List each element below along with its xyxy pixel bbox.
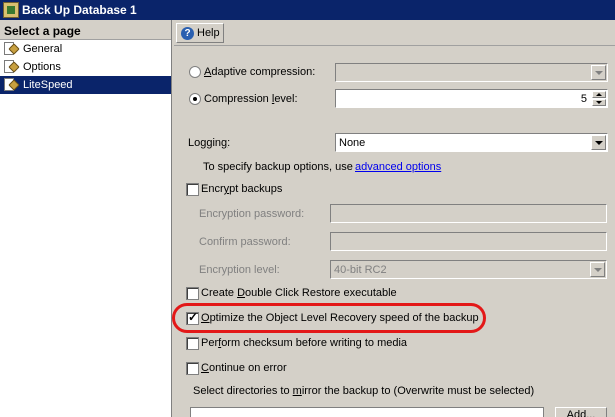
confirm-password-field[interactable] [330,232,607,251]
page-settings-icon [4,77,20,92]
nav-item-options[interactable]: Options [0,58,171,76]
chevron-down-icon[interactable] [590,262,605,277]
advanced-options-hint: To specify backup options, use [203,161,353,173]
help-button[interactable]: ? Help [176,23,224,43]
checksum-checkbox[interactable] [186,337,199,350]
compression-level-spinner[interactable]: 5 [335,89,608,108]
encrypt-backups-checkbox[interactable] [186,183,199,196]
encryption-level-select[interactable]: 40-bit RC2 [330,260,607,279]
nav-item-general[interactable]: General [0,40,171,58]
red-highlight-annotation [172,303,486,333]
continue-on-error-checkbox[interactable] [186,362,199,375]
title-bar: Back Up Database 1 [0,0,615,20]
encryption-password-field[interactable] [330,204,607,223]
encryption-level-label: Encryption level: [199,264,280,276]
encrypt-backups-label: Encrypt backups [201,183,283,195]
advanced-options-link[interactable]: advanced options [355,161,441,173]
page-selector-pane: Select a page General Options LiteSpeed [0,20,172,417]
adaptive-compression-label: Adaptive compression: [204,66,316,78]
nav-item-label: Options [23,61,61,73]
page-settings-icon [4,59,20,74]
compression-level-label: Compression level: [204,93,298,105]
nav-item-label: LiteSpeed [23,79,73,91]
logging-select[interactable]: None [335,133,608,152]
page-selector-header: Select a page [0,20,171,40]
add-mirror-button[interactable]: Add... [555,407,607,417]
nav-item-label: General [23,43,63,55]
mirror-label: Select directories to mirror the backup … [193,385,535,397]
page-settings-icon [4,41,20,56]
spinner-arrows-icon[interactable] [592,91,606,106]
adaptive-compression-radio[interactable] [189,66,201,78]
mirror-directories-list[interactable] [190,407,544,417]
adaptive-compression-select[interactable] [335,63,608,82]
checksum-label: Perform checksum before writing to media [201,337,408,349]
help-label: Help [197,27,220,39]
database-backup-icon [3,2,19,18]
toolbar: ? Help [174,20,615,46]
chevron-down-icon[interactable] [591,135,606,150]
chevron-down-icon[interactable] [591,65,606,80]
nav-item-litespeed[interactable]: LiteSpeed [0,76,171,94]
compression-level-radio[interactable] [189,93,201,105]
window-title: Back Up Database 1 [22,3,137,17]
help-icon: ? [181,27,194,40]
continue-on-error-label: Continue on error [201,362,287,374]
double-click-restore-label: Create Double Click Restore executable [201,287,397,299]
confirm-password-label: Confirm password: [199,236,291,248]
logging-label: Logging: [188,137,231,149]
double-click-restore-checkbox[interactable] [186,287,199,300]
encryption-password-label: Encryption password: [199,208,305,220]
